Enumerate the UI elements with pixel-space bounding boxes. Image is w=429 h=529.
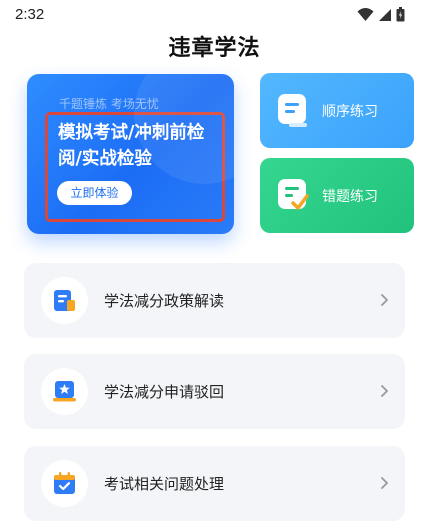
calendar-check-icon xyxy=(54,472,75,494)
chevron-right-icon xyxy=(381,385,388,397)
notebook-icon xyxy=(278,94,307,127)
sequential-practice-label: 顺序练习 xyxy=(322,104,378,120)
menu-item-exam-issues[interactable]: 考试相关问题处理 xyxy=(24,446,405,521)
chevron-right-icon xyxy=(381,477,388,489)
menu-item-label: 学法减分申请驳回 xyxy=(104,383,225,401)
wrong-answer-practice-card[interactable]: 错题练习 xyxy=(260,158,414,233)
checklist-icon xyxy=(278,179,309,210)
menu-item-application-rejected[interactable]: 学法减分申请驳回 xyxy=(24,354,405,429)
menu-item-label: 考试相关问题处理 xyxy=(104,475,225,493)
status-icons xyxy=(357,7,405,22)
battery-icon xyxy=(396,7,405,22)
menu-icon-wrap xyxy=(41,460,88,507)
menu-icon-wrap xyxy=(41,368,88,415)
wifi-icon xyxy=(357,7,374,21)
chevron-right-icon xyxy=(381,294,388,306)
exam-headline: 模拟考试/冲刺前检阅/实战检验 xyxy=(58,123,205,169)
mock-exam-card[interactable]: 千题锤炼 考场无忧 模拟考试/冲刺前检阅/实战检验 立即体验 xyxy=(27,74,234,234)
menu-item-policy-interpretation[interactable]: 学法减分政策解读 xyxy=(24,263,405,338)
page-title: 违章学法 xyxy=(168,36,261,61)
sequential-practice-card[interactable]: 顺序练习 xyxy=(260,73,414,148)
badge-star-icon xyxy=(53,381,76,402)
signal-icon xyxy=(379,8,391,21)
wrong-answer-practice-label: 错题练习 xyxy=(322,189,378,205)
try-now-button[interactable]: 立即体验 xyxy=(57,181,132,205)
document-icon xyxy=(54,290,75,311)
menu-item-label: 学法减分政策解读 xyxy=(104,292,225,310)
exam-tagline: 千题锤炼 考场无忧 xyxy=(59,97,159,111)
status-time: 2:32 xyxy=(15,6,45,23)
menu-icon-wrap xyxy=(41,277,88,324)
status-bar: 2:32 xyxy=(0,0,429,30)
